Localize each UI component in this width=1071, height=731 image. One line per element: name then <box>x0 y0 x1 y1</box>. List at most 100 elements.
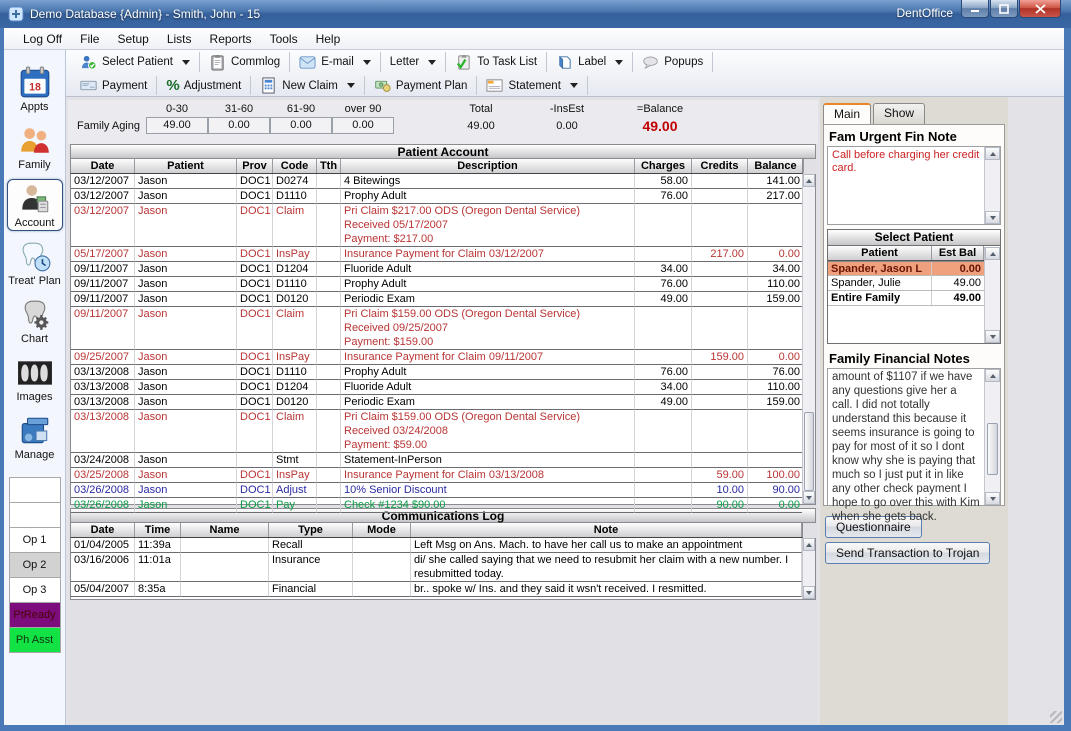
menu-lists[interactable]: Lists <box>158 29 201 49</box>
menu-tools[interactable]: Tools <box>261 29 307 49</box>
sidebar-item-treat-plan[interactable]: Treat' Plan <box>7 237 63 289</box>
sidebar-item-manage[interactable]: Manage <box>7 411 63 463</box>
scroll-up-icon[interactable] <box>985 147 1000 160</box>
select-patient-row[interactable]: Spander, Julie49.00 <box>828 276 984 291</box>
toolbar-commlog-button[interactable]: Commlog <box>201 50 288 74</box>
toolbar-new-claim-button[interactable]: New Claim <box>252 74 363 97</box>
dropdown-arrow-icon[interactable] <box>182 60 190 65</box>
table-row[interactable]: 03/12/2007JasonDOC1ClaimPri Claim $217.0… <box>71 204 802 247</box>
menu-bar: Log OffFileSetupListsReportsToolsHelp <box>4 28 1064 50</box>
tab-main[interactable]: Main <box>823 103 871 124</box>
aging-value-over90: 0.00 <box>332 117 394 134</box>
op-cell-ph-asst[interactable]: Ph Asst <box>10 628 60 653</box>
scroll-down-icon[interactable] <box>985 211 1000 224</box>
op-cell-ptready[interactable]: PtReady <box>10 603 60 628</box>
table-row[interactable]: 03/16/200611:01aInsurancedi/ she called … <box>71 553 802 582</box>
urgent-note-text: Call before charging her credit card. <box>828 147 1000 177</box>
op-cell-empty-1[interactable] <box>10 503 60 528</box>
maximize-button[interactable] <box>990 0 1018 18</box>
scroll-down-icon[interactable] <box>803 586 815 599</box>
select-patient-scrollbar[interactable] <box>984 247 1000 343</box>
dropdown-arrow-icon[interactable] <box>570 83 578 88</box>
table-row[interactable]: 09/11/2007JasonDOC1D0120Periodic Exam49.… <box>71 292 802 307</box>
table-row[interactable]: 01/04/200511:39aRecallLeft Msg on Ans. M… <box>71 538 802 553</box>
scroll-down-icon[interactable] <box>985 330 1000 343</box>
table-row[interactable]: 03/12/2007JasonDOC1D1110Prophy Adult76.0… <box>71 189 802 204</box>
op-cell-op-3[interactable]: Op 3 <box>10 578 60 603</box>
table-row[interactable]: 09/11/2007JasonDOC1D1204Fluoride Adult34… <box>71 262 802 277</box>
op-cell-empty-0[interactable] <box>10 478 60 503</box>
toolbar-e-mail-button[interactable]: E-mail <box>291 50 379 74</box>
table-row[interactable]: 03/24/2008JasonStmtStatement-InPerson <box>71 453 802 468</box>
toolbar-separator <box>712 52 713 72</box>
scroll-down-icon[interactable] <box>803 491 815 504</box>
table-row[interactable]: 03/26/2008JasonDOC1PayCheck #1234 $90.00… <box>71 498 802 513</box>
toolbar-payment-plan-button[interactable]: Payment Plan <box>366 74 476 97</box>
sidebar-item-chart[interactable]: Chart <box>7 295 63 347</box>
table-row[interactable]: 03/13/2008JasonDOC1D0120Periodic Exam49.… <box>71 395 802 410</box>
op-cell-op-1[interactable]: Op 1 <box>10 528 60 553</box>
table-row[interactable]: 03/13/2008JasonDOC1D1110Prophy Adult76.0… <box>71 365 802 380</box>
table-row[interactable]: 03/26/2008JasonDOC1Adjust10% Senior Disc… <box>71 483 802 498</box>
toolbar-to-task-list-button[interactable]: To Task List <box>447 50 545 74</box>
scroll-up-icon[interactable] <box>803 538 815 551</box>
minimize-button[interactable] <box>961 0 989 18</box>
account-scrollbar[interactable] <box>802 174 815 504</box>
column-header-time: Time <box>135 523 181 537</box>
send-transaction-to-trojan-button[interactable]: Send Transaction to Trojan <box>825 542 990 564</box>
tab-show[interactable]: Show <box>873 103 925 124</box>
table-row[interactable]: 03/12/2007JasonDOC1D02744 Bitewings58.00… <box>71 174 802 189</box>
table-row[interactable]: 03/25/2008JasonDOC1InsPayInsurance Payme… <box>71 468 802 483</box>
svg-text:18: 18 <box>29 81 41 93</box>
toolbar-select-patient-button[interactable]: Select Patient <box>72 50 198 74</box>
toolbar-popups-button[interactable]: Popups <box>634 50 711 74</box>
dropdown-arrow-icon[interactable] <box>615 60 623 65</box>
financial-notes-box[interactable]: amount of $1107 if we have any questions… <box>827 368 1001 506</box>
op-cell-op-2[interactable]: Op 2 <box>10 553 60 578</box>
scroll-thumb[interactable] <box>987 423 998 475</box>
toolbar-letter-button[interactable]: Letter <box>382 50 444 74</box>
toolbar-statement-button[interactable]: Statement <box>478 74 585 97</box>
dropdown-arrow-icon[interactable] <box>428 60 436 65</box>
financial-notes-scrollbar[interactable] <box>984 369 1000 505</box>
column-header-prov: Prov <box>237 159 273 173</box>
dropdown-arrow-icon[interactable] <box>347 83 355 88</box>
aging-col-31-60: 31-60 <box>208 103 270 115</box>
table-row[interactable]: 03/13/2008JasonDOC1D1204Fluoride Adult34… <box>71 380 802 395</box>
scroll-up-icon[interactable] <box>985 247 1000 260</box>
table-row[interactable]: 09/11/2007JasonDOC1D1110Prophy Adult76.0… <box>71 277 802 292</box>
menu-file[interactable]: File <box>71 29 108 49</box>
scroll-up-icon[interactable] <box>985 369 1000 382</box>
table-row[interactable]: 03/13/2008JasonDOC1ClaimPri Claim $159.0… <box>71 410 802 453</box>
table-row[interactable]: 05/17/2007JasonDOC1InsPayInsurance Payme… <box>71 247 802 262</box>
scroll-down-icon[interactable] <box>985 492 1000 505</box>
table-row[interactable]: 09/25/2007JasonDOC1InsPayInsurance Payme… <box>71 350 802 365</box>
urgent-note-scrollbar[interactable] <box>984 147 1000 224</box>
column-header-patient: Patient <box>135 159 237 173</box>
urgent-note-box[interactable]: Call before charging her credit card. <box>827 146 1001 225</box>
column-header-charges: Charges <box>635 159 692 173</box>
toolbar-payment-button[interactable]: Payment <box>72 74 155 97</box>
resize-grip[interactable] <box>1050 711 1062 723</box>
dropdown-arrow-icon[interactable] <box>363 60 371 65</box>
table-row[interactable]: 09/11/2007JasonDOC1ClaimPri Claim $159.0… <box>71 307 802 350</box>
toolbar-adjustment-button[interactable]: %Adjustment <box>158 74 249 97</box>
scroll-thumb[interactable] <box>804 412 814 491</box>
menu-setup[interactable]: Setup <box>108 29 157 49</box>
sidebar-item-family[interactable]: Family <box>7 121 63 173</box>
sidebar-item-images[interactable]: Images <box>7 353 63 405</box>
menu-log-off[interactable]: Log Off <box>14 29 71 49</box>
family-aging-label: Family Aging <box>68 120 146 132</box>
select-patient-row[interactable]: Entire Family49.00 <box>828 291 984 306</box>
toolbar-label-button[interactable]: Label <box>548 50 631 74</box>
menu-help[interactable]: Help <box>307 29 350 49</box>
commlog-scrollbar[interactable] <box>802 538 815 599</box>
sidebar-item-account[interactable]: Account <box>7 179 63 231</box>
select-patient-row[interactable]: Spander, Jason L0.00 <box>828 261 984 276</box>
scroll-up-icon[interactable] <box>803 174 815 187</box>
close-button[interactable] <box>1019 0 1061 18</box>
table-row[interactable]: 05/04/20078:35aFinancialbr.. spoke w/ In… <box>71 582 802 597</box>
sidebar-item-appts[interactable]: 18Appts <box>7 63 63 115</box>
menu-reports[interactable]: Reports <box>201 29 261 49</box>
aging-balance-label: =Balance <box>610 103 710 115</box>
